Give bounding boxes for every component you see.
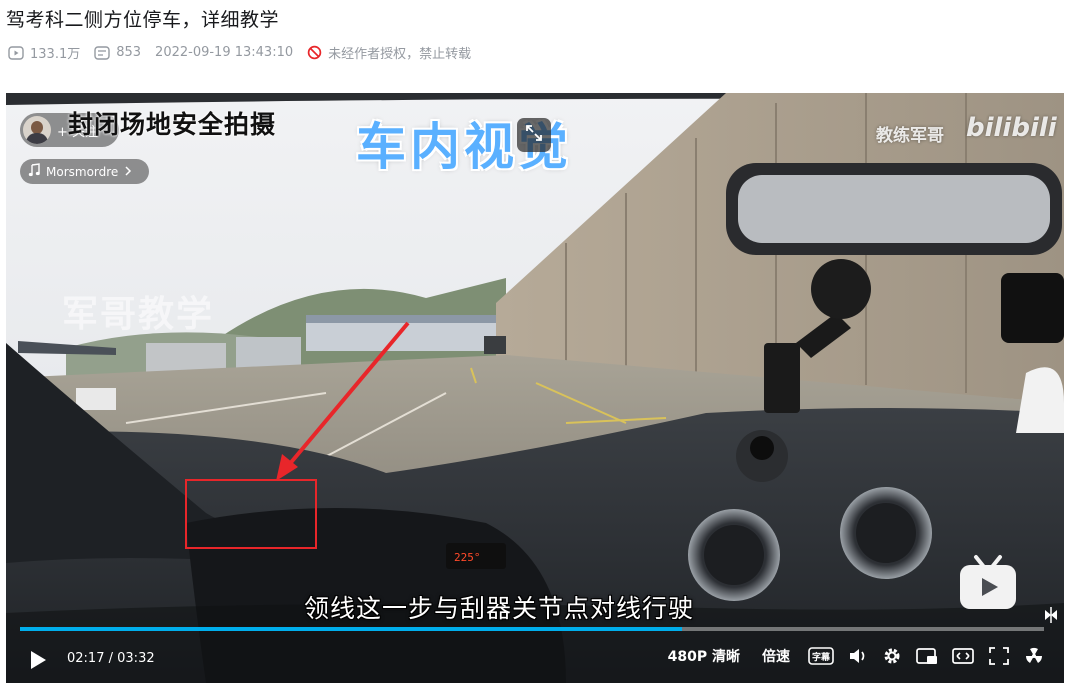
settings-icon[interactable] xyxy=(882,646,902,666)
caption-top: 封闭场地安全拍摄 xyxy=(68,110,277,139)
svg-text:字幕: 字幕 xyxy=(812,651,831,663)
subtitle: 领线这一步与刮器关节点对线行驶 xyxy=(304,594,695,623)
speed-button[interactable]: 倍速 xyxy=(758,646,794,666)
radiation-icon[interactable] xyxy=(1024,646,1044,666)
channel-brand: 教练军哥 xyxy=(876,126,944,146)
skip-marker-icon[interactable] xyxy=(1042,605,1060,625)
control-right-group: 480P 清晰 倍速 字幕 xyxy=(664,646,1044,666)
fullscreen-icon[interactable] xyxy=(988,646,1010,666)
video-page: 驾考科二侧方位停车，详细教学 133.1万 853 2022-09-19 13:… xyxy=(0,0,1070,683)
chevron-right-icon xyxy=(124,165,132,179)
subtitle-toggle-icon[interactable]: 字幕 xyxy=(808,646,834,666)
progress-fill xyxy=(20,627,682,631)
bilibili-logo: bilibili xyxy=(966,113,1057,143)
avatar xyxy=(23,116,51,144)
copyright-notice: 未经作者授权，禁止转载 xyxy=(307,43,471,62)
time-display: 02:17 / 03:32 xyxy=(67,651,155,666)
volume-icon[interactable] xyxy=(848,646,868,666)
picture-in-picture-button[interactable] xyxy=(517,118,551,152)
play-count-icon xyxy=(8,45,24,61)
video-title: 驾考科二侧方位停车，详细教学 xyxy=(6,9,280,31)
music-label: Morsmordre xyxy=(46,164,119,179)
progress-bar[interactable] xyxy=(20,627,1044,631)
current-time: 02:17 xyxy=(67,651,105,666)
watermark: 军哥教学 xyxy=(62,294,215,335)
play-icon[interactable] xyxy=(28,649,48,675)
view-count: 133.1万 xyxy=(8,43,80,62)
exit-pip-icon xyxy=(524,123,544,147)
video-meta: 133.1万 853 2022-09-19 13:43:10 未经作者授权，禁止… xyxy=(8,43,471,62)
danmaku-count: 853 xyxy=(94,45,141,61)
bilibili-tv-icon xyxy=(956,553,1020,613)
quality-button[interactable]: 480P 清晰 xyxy=(664,646,744,666)
widescreen-icon[interactable] xyxy=(952,646,974,666)
pip-icon[interactable] xyxy=(916,646,938,666)
control-bar: 02:17 / 03:32 480P 清晰 倍速 字幕 xyxy=(6,639,1064,683)
danmaku-icon xyxy=(94,45,110,61)
music-tag[interactable]: Morsmordre xyxy=(20,159,149,184)
video-player[interactable]: 225° + 关注 Morsmordre 封闭场地安全拍摄 车内视觉 教练军哥 … xyxy=(6,93,1064,683)
duration: 03:32 xyxy=(117,651,155,666)
prohibited-icon xyxy=(307,45,322,60)
music-note-icon xyxy=(28,163,40,180)
publish-date: 2022-09-19 13:43:10 xyxy=(155,45,294,60)
dashboard-reading: 225° xyxy=(454,551,481,564)
